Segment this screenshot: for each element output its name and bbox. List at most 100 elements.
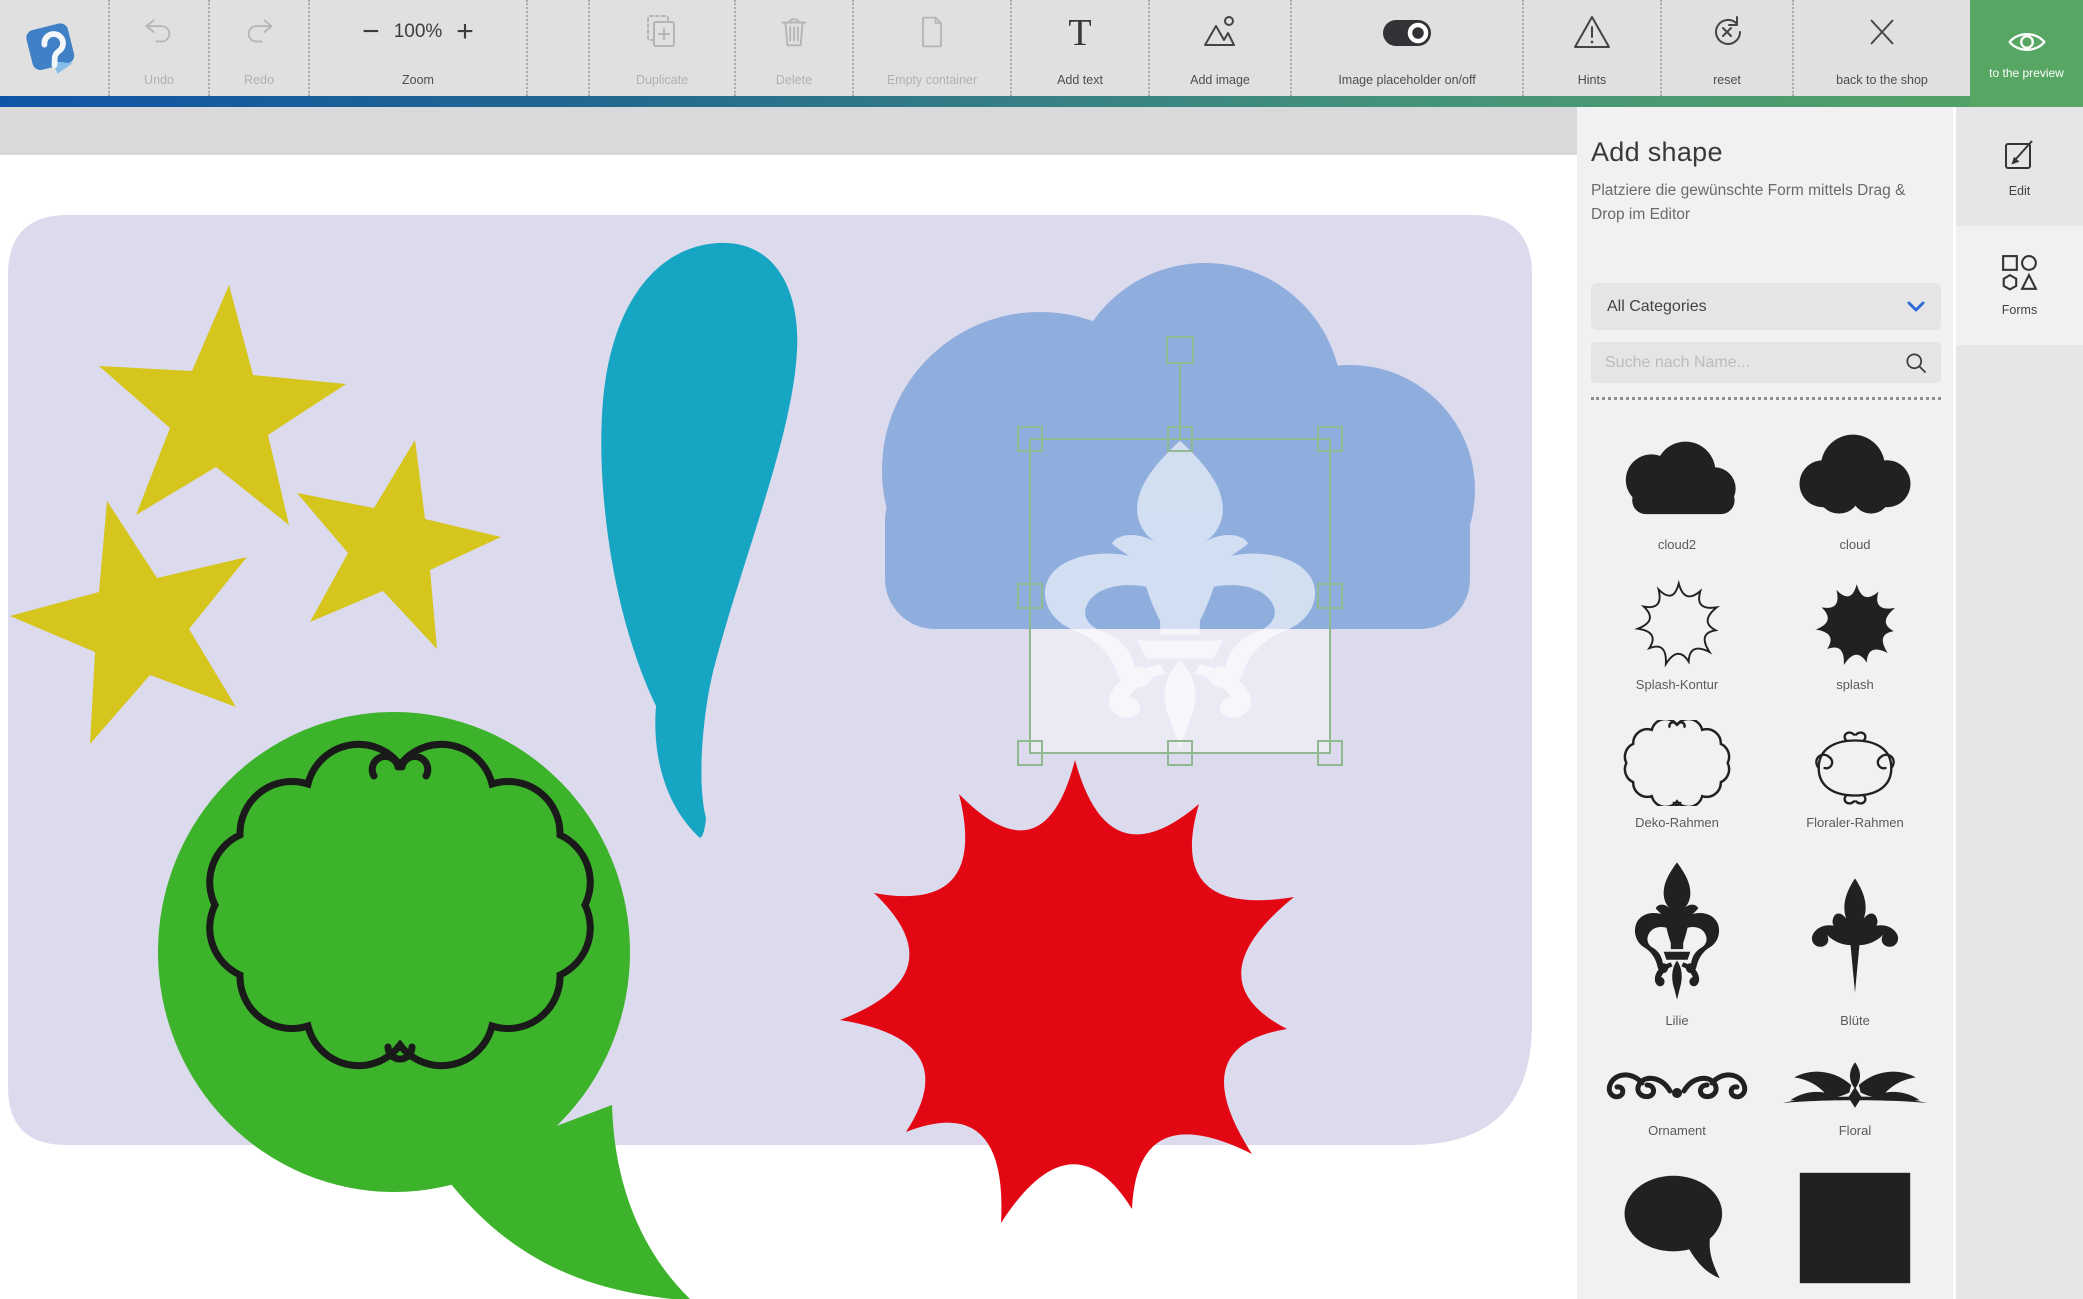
tab-forms-label: Forms	[2002, 303, 2037, 317]
shape-tile-label: Lilie	[1665, 1013, 1688, 1028]
undo-label: Undo	[144, 73, 174, 87]
fleur-de-lis-icon	[1630, 858, 1724, 1004]
app-logo[interactable]	[0, 0, 108, 96]
text-icon: T	[1060, 9, 1100, 55]
duplicate-button[interactable]: Duplicate	[588, 0, 734, 96]
reset-label: reset	[1713, 73, 1741, 87]
eye-icon	[2005, 27, 2049, 57]
logo-icon	[22, 17, 86, 79]
category-selected-value: All Categories	[1607, 298, 1707, 316]
reset-button[interactable]: reset	[1660, 0, 1792, 96]
toolbar-spacer	[526, 0, 588, 96]
shape-tile-Lilie[interactable]: Lilie	[1595, 858, 1759, 1028]
image-placeholder-label: Image placeholder on/off	[1338, 73, 1475, 87]
forms-shapes-icon	[2001, 254, 2039, 292]
hints-button[interactable]: Hints	[1522, 0, 1660, 96]
add-text-label: Add text	[1057, 73, 1103, 87]
speech-bubble-right-icon	[1616, 1166, 1738, 1288]
redo-button[interactable]: Redo	[208, 0, 308, 96]
to-the-preview-button[interactable]: to the preview	[1970, 0, 2083, 107]
add-image-label: Add image	[1190, 73, 1250, 87]
shape-tile-cloud2[interactable]: cloud2	[1595, 416, 1759, 552]
zoom-in-button[interactable]: +	[456, 18, 474, 46]
shape-tile-label: Blüte	[1840, 1013, 1870, 1028]
tab-forms[interactable]: Forms	[1956, 226, 2083, 345]
cloud2-icon	[1613, 432, 1741, 528]
duplicate-label: Duplicate	[636, 73, 688, 87]
warning-triangle-icon	[1571, 9, 1613, 55]
zoom-out-button[interactable]: −	[362, 18, 380, 46]
square-icon	[1795, 1168, 1915, 1288]
panel-divider	[1591, 397, 1941, 400]
zoom-control: − 100% + Zoom	[308, 0, 526, 96]
shape-tile-splash[interactable]: splash	[1773, 580, 1937, 692]
duplicate-icon	[642, 9, 682, 55]
shape-tile-label: Deko-Rahmen	[1635, 815, 1719, 830]
search-icon	[1903, 350, 1929, 376]
shape-tile-label: cloud	[1839, 537, 1870, 552]
close-icon	[1863, 9, 1901, 55]
shape-tile-cloud[interactable]: cloud	[1773, 416, 1937, 552]
trash-icon	[775, 9, 813, 55]
ornament-icon	[1602, 1068, 1752, 1114]
chevron-down-icon	[1907, 301, 1925, 313]
shape-tile-Ornament[interactable]: Ornament	[1595, 1056, 1759, 1138]
delete-label: Delete	[776, 73, 812, 87]
shape-tile-label: Floral	[1839, 1123, 1872, 1138]
shape-tile-Splash-Kontur[interactable]: Splash-Kontur	[1595, 580, 1759, 692]
shape-tile-square[interactable]: square	[1773, 1166, 1937, 1299]
panel-subtitle: Platziere die gewünschte Form mittels Dr…	[1591, 179, 1921, 227]
side-rail: Edit Forms	[1953, 107, 2083, 1299]
back-to-shop-label: back to the shop	[1836, 73, 1928, 87]
shape-tile-Floraler-Rahmen[interactable]: Floraler-Rahmen	[1773, 720, 1937, 830]
toolbar: Undo Redo − 100% + Zoom Duplicate	[0, 0, 2083, 96]
empty-container-button[interactable]: Empty container	[852, 0, 1010, 96]
tab-edit-label: Edit	[2009, 184, 2031, 198]
zoom-value: 100%	[394, 21, 443, 43]
category-dropdown[interactable]: All Categories	[1591, 283, 1941, 330]
panel-title: Add shape	[1591, 137, 1941, 168]
canvas-top-strip	[0, 107, 1577, 155]
shape-tile-label: splash	[1836, 677, 1874, 692]
shape-search	[1591, 342, 1941, 383]
blossom-icon	[1809, 864, 1901, 1004]
empty-container-label: Empty container	[887, 73, 977, 87]
undo-button[interactable]: Undo	[108, 0, 208, 96]
shape-tile-Deko-Rahmen[interactable]: Deko-Rahmen	[1595, 720, 1759, 830]
progress-gradient-bar	[0, 96, 2083, 107]
back-to-shop-button[interactable]: back to the shop	[1792, 0, 1970, 96]
toggle-on-icon	[1380, 9, 1434, 55]
shape-tile-label: Floraler-Rahmen	[1806, 815, 1904, 830]
add-image-button[interactable]: Add image	[1148, 0, 1290, 96]
floral-frame-icon	[1801, 730, 1909, 806]
shape-tile-speech-bubble-right[interactable]: speech-bubble-right	[1595, 1166, 1759, 1299]
shape-tile-label: Splash-Kontur	[1636, 677, 1718, 692]
document-icon	[914, 9, 950, 55]
svg-text:T: T	[1068, 12, 1091, 53]
edit-pencil-icon	[2001, 135, 2039, 173]
shape-tile-Blüte[interactable]: Blüte	[1773, 858, 1937, 1028]
deko-frame-icon	[1622, 720, 1732, 806]
shape-tile-label: cloud2	[1658, 537, 1696, 552]
image-icon	[1200, 9, 1240, 55]
floral-icon	[1779, 1056, 1931, 1114]
splash-icon	[1813, 582, 1897, 668]
zoom-label: Zoom	[402, 73, 434, 87]
delete-button[interactable]: Delete	[734, 0, 852, 96]
hints-label: Hints	[1578, 73, 1606, 87]
reset-icon	[1707, 9, 1747, 55]
shape-grid: cloud2 cloud Splash-Kontur splash Deko-Rahme…	[1591, 416, 1941, 1299]
cloud-icon	[1791, 416, 1919, 528]
shape-tile-Floral[interactable]: Floral	[1773, 1056, 1937, 1138]
shape-tile-label: Ornament	[1648, 1123, 1706, 1138]
redo-icon	[240, 9, 278, 55]
image-placeholder-toggle[interactable]: Image placeholder on/off	[1290, 0, 1522, 96]
add-text-button[interactable]: T Add text	[1010, 0, 1148, 96]
add-shape-panel: Add shape Platziere die gewünschte Form …	[1577, 107, 1953, 1299]
splash-outline-icon	[1634, 580, 1720, 668]
to-the-preview-label: to the preview	[1989, 66, 2064, 80]
search-input[interactable]	[1603, 353, 1903, 373]
tab-edit[interactable]: Edit	[1956, 107, 2083, 226]
redo-label: Redo	[244, 73, 274, 87]
undo-icon	[140, 9, 178, 55]
